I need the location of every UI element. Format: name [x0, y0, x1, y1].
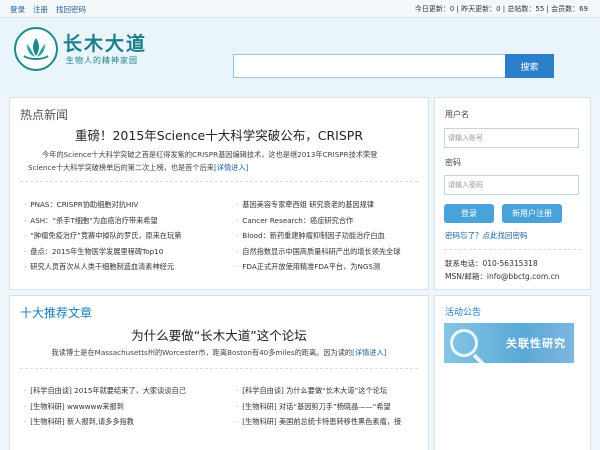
register-link[interactable]: 注册 — [33, 4, 48, 15]
divider — [444, 249, 581, 250]
recommend-list-right: · [科学自由谈] 为什么要做“长木大道”这个论坛 · [生物科研] 对话“基因剪刀… — [236, 383, 426, 430]
search-input[interactable] — [233, 54, 505, 78]
site-stats: 今日更新：0 | 昨天更新：0 | 总帖数：55 | 会员数：69 — [414, 5, 588, 13]
list-item[interactable]: · 自然指数显示中国高质量科研产出的增长领先全球 — [236, 244, 426, 260]
list-item[interactable]: · Cancer Research：癌症研究合作 — [236, 213, 426, 229]
list-item[interactable]: · PNAS：CRISPR协助细胞对抗HIV — [24, 197, 224, 213]
account-links: 登录 注册 找回密码 — [10, 4, 86, 15]
recommend-headline[interactable]: 为什么要做“长木大道”这个论坛 — [10, 325, 428, 344]
contact-phone: 联系电话：010-56315318 — [445, 259, 538, 268]
list-item[interactable]: · [生物科研] 对话“基因剪刀手”杨晓晶——“希望 — [236, 399, 426, 415]
username-input[interactable]: 请输入账号 — [444, 128, 579, 148]
announcement-banner[interactable]: 关联性研究 — [444, 323, 574, 363]
recommend-list-left: · [科学自由谈] 2015年就要结束了，大家谈谈自己 · [生物科研] wwwww… — [24, 383, 224, 430]
forgot-password-link[interactable]: 密码忘了？点此找回密码 — [445, 230, 528, 241]
hot-news-list-left: · PNAS：CRISPR协助细胞对抗HIV · ASH：“杀手T细胞”为血癌治疗带… — [24, 197, 224, 275]
list-item[interactable]: · Blood：新药重建肿瘤抑制因子功能治疗白血 — [236, 228, 426, 244]
hot-news-title: 热点新闻 — [20, 108, 69, 122]
magnifier-handle — [472, 353, 486, 363]
magnifier-icon — [450, 329, 478, 357]
password-input[interactable]: 请输入密码 — [444, 175, 579, 195]
list-item[interactable]: · 盘点：2015年生物医学发展里程碑Top10 — [24, 244, 224, 260]
top-bar: 登录 注册 找回密码 今日更新：0 | 昨天更新：0 | 总帖数：55 | 会员… — [0, 0, 600, 18]
logo-subtitle: 生物人的精神家园 — [66, 56, 138, 65]
login-link[interactable]: 登录 — [10, 4, 25, 15]
banner-text: 关联性研究 — [506, 337, 566, 350]
list-item[interactable]: · “肿瘤免疫治疗”竞赛中掉队的罗氏，原来在玩第 — [24, 228, 224, 244]
hot-news-summary: 今年的Science十大科学突破之首是红得发紫的CRISPR基因编辑技术，这也是… — [28, 148, 423, 174]
hot-news-summary-line1: 今年的Science十大科学突破之首是红得发紫的CRISPR基因编辑技术，这也是… — [42, 150, 378, 159]
hot-news-headline[interactable]: 重磅！2015年Science十大科学突破公布，CRISPR — [10, 125, 428, 144]
username-label: 用户名 — [445, 110, 469, 119]
search-button[interactable]: 搜索 — [505, 54, 554, 78]
list-item[interactable]: · FDA正式开放使用精准FDA平台，为NGS测 — [236, 259, 426, 275]
logo-title: 长木大道 — [63, 33, 148, 55]
lotus-emblem-icon — [14, 27, 58, 71]
find-password-link[interactable]: 找回密码 — [56, 4, 86, 15]
hot-news-summary-line2: Science十大科学突破榜单后的第二次上榜，也是首个后来 — [28, 163, 214, 172]
login-panel: 用户名 请输入账号 密码 请输入密码 登录 新用户注册 密码忘了？点此找回密码 … — [434, 97, 591, 290]
recommend-summary: 我读博士是在Massachusetts州的Worcester市，距离Boston… — [10, 346, 428, 359]
recommend-panel: 十大推荐文章 为什么要做“长木大道”这个论坛 我读博士是在Massachuset… — [9, 295, 429, 450]
divider — [20, 181, 418, 182]
recommend-title: 十大推荐文章 — [20, 306, 93, 320]
password-label: 密码 — [445, 158, 461, 167]
list-item[interactable]: · [科学自由谈] 为什么要做“长木大道”这个论坛 — [236, 383, 426, 399]
site-logo[interactable]: 长木大道 生物人的精神家园 — [14, 27, 148, 75]
announcement-title: 活动公告 — [445, 308, 482, 318]
list-item[interactable]: · ASH：“杀手T细胞”为血癌治疗带来希望 — [24, 213, 224, 229]
register-button[interactable]: 新用户注册 — [502, 204, 562, 223]
recommend-summary-text: 我读博士是在Massachusetts州的Worcester市，距离Boston… — [51, 348, 353, 357]
recommend-detail-link[interactable]: [详情进入] — [352, 348, 386, 357]
hot-news-detail-link[interactable]: [详情进入] — [214, 163, 248, 172]
list-item[interactable]: · [科学自由谈] 2015年就要结束了，大家谈谈自己 — [24, 383, 224, 399]
login-button[interactable]: 登录 — [444, 204, 494, 223]
contact-email: MSN/邮箱：info@bbctg.com.cn — [445, 272, 560, 281]
list-item[interactable]: · [生物科研] 新人报到,请多多指教 — [24, 414, 224, 430]
hot-news-panel: 热点新闻 重磅！2015年Science十大科学突破公布，CRISPR 今年的S… — [9, 97, 429, 290]
announcement-panel: 活动公告 关联性研究 — [434, 295, 591, 450]
divider — [20, 368, 418, 369]
hot-news-list-right: · 基因美容专家牵西姐 研究衰老的基因规律 · Cancer Research：癌症… — [236, 197, 426, 275]
list-item[interactable]: · 基因美容专家牵西姐 研究衰老的基因规律 — [236, 197, 426, 213]
list-item[interactable]: · [生物科研] 美国前总统卡特患转移性黑色素瘤，接 — [236, 414, 426, 430]
list-item[interactable]: · [生物科研] wwwwww来报到 — [24, 399, 224, 415]
list-item[interactable]: · 研究人员首次从人类干细胞制造血清素神经元 — [24, 259, 224, 275]
